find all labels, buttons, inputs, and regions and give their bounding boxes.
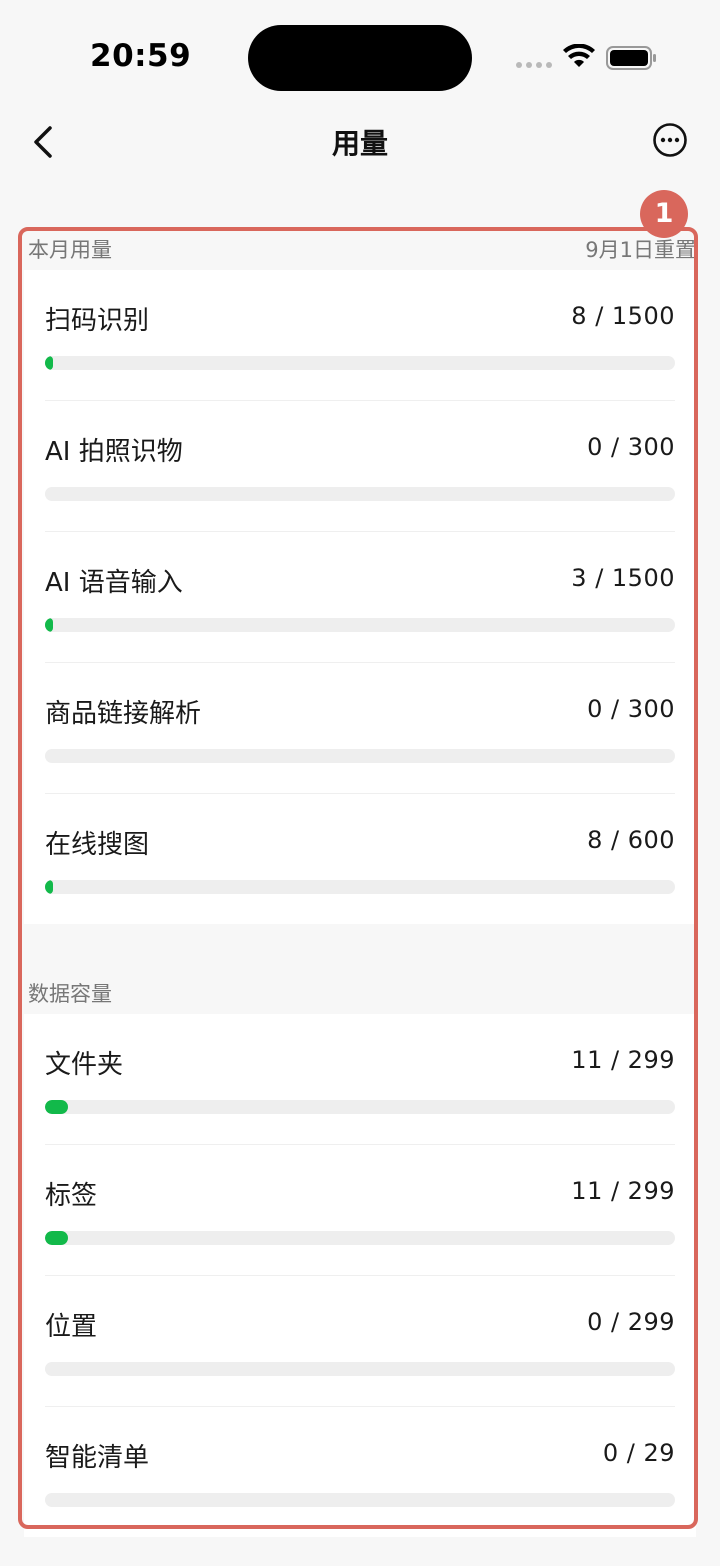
- usage-progress-bar: [45, 880, 675, 894]
- usage-progress-bar: [45, 1493, 675, 1507]
- battery-icon: [606, 46, 656, 70]
- dynamic-island: [248, 25, 472, 91]
- cellular-signal-icon: [516, 62, 552, 68]
- usage-progress-bar: [45, 487, 675, 501]
- page-title: 用量: [331, 127, 388, 160]
- storage-capacity-title: 数据容量: [28, 982, 112, 1006]
- usage-row-storage-3: 智能清单 0 / 29: [45, 1407, 675, 1537]
- usage-label: 扫码识别: [45, 306, 150, 336]
- usage-content: 本月用量 9月1日重置 扫码识别 8 / 1500 AI 拍照识物 0 / 300 AI…: [24, 232, 696, 1537]
- usage-progress-bar: [45, 1100, 675, 1114]
- usage-value: 11 / 299: [571, 1177, 675, 1205]
- status-bar: 20:59: [0, 0, 720, 110]
- usage-value: 0 / 29: [602, 1439, 675, 1467]
- monthly-usage-header: 本月用量 9月1日重置: [24, 232, 696, 270]
- usage-progress-fill: [45, 618, 53, 632]
- reset-date-note: 9月1日重置: [585, 238, 696, 262]
- usage-value: 0 / 299: [587, 1308, 675, 1336]
- usage-progress-fill: [45, 356, 53, 370]
- status-time: 20:59: [90, 38, 192, 74]
- usage-progress-bar: [45, 356, 675, 370]
- usage-label: 商品链接解析: [45, 699, 202, 729]
- usage-row-monthly-0: 扫码识别 8 / 1500: [45, 270, 675, 401]
- usage-label: 在线搜图: [45, 830, 150, 860]
- usage-label: AI 拍照识物: [45, 437, 183, 467]
- usage-row-storage-2: 位置 0 / 299: [45, 1276, 675, 1407]
- usage-value: 8 / 600: [587, 826, 675, 854]
- usage-progress-fill: [45, 1100, 69, 1114]
- annotation-badge: 1: [640, 190, 688, 238]
- more-options-icon[interactable]: [652, 122, 688, 158]
- wifi-icon: [563, 44, 595, 67]
- usage-progress-bar: [45, 1362, 675, 1376]
- usage-progress-bar: [45, 749, 675, 763]
- usage-value: 0 / 300: [587, 695, 675, 723]
- usage-label: 位置: [45, 1312, 98, 1342]
- storage-capacity-header: 数据容量: [24, 976, 696, 1014]
- usage-row-storage-1: 标签 11 / 299: [45, 1145, 675, 1276]
- monthly-usage-title: 本月用量: [28, 238, 112, 262]
- usage-label: AI 语音输入: [45, 568, 183, 598]
- nav-bar: 用量: [0, 110, 720, 174]
- usage-value: 3 / 1500: [571, 564, 675, 592]
- usage-row-storage-0: 文件夹 11 / 299: [45, 1014, 675, 1145]
- storage-capacity-card: 文件夹 11 / 299 标签 11 / 299 位置 0 / 299 智能清单 0 / 29: [24, 1014, 696, 1537]
- usage-label: 文件夹: [45, 1050, 124, 1080]
- usage-progress-bar: [45, 1231, 675, 1245]
- usage-progress-bar: [45, 618, 675, 632]
- usage-value: 11 / 299: [571, 1046, 675, 1074]
- usage-value: 0 / 300: [587, 433, 675, 461]
- usage-row-monthly-3: 商品链接解析 0 / 300: [45, 663, 675, 794]
- usage-progress-fill: [45, 880, 54, 894]
- usage-label: 智能清单: [45, 1443, 150, 1473]
- usage-row-monthly-4: 在线搜图 8 / 600: [45, 794, 675, 924]
- usage-label: 标签: [45, 1181, 98, 1211]
- usage-value: 8 / 1500: [571, 302, 675, 330]
- monthly-usage-card: 扫码识别 8 / 1500 AI 拍照识物 0 / 300 AI 语音输入 3 / 150…: [24, 270, 696, 924]
- usage-row-monthly-2: AI 语音输入 3 / 1500: [45, 532, 675, 663]
- usage-row-monthly-1: AI 拍照识物 0 / 300: [45, 401, 675, 532]
- usage-progress-fill: [45, 1231, 69, 1245]
